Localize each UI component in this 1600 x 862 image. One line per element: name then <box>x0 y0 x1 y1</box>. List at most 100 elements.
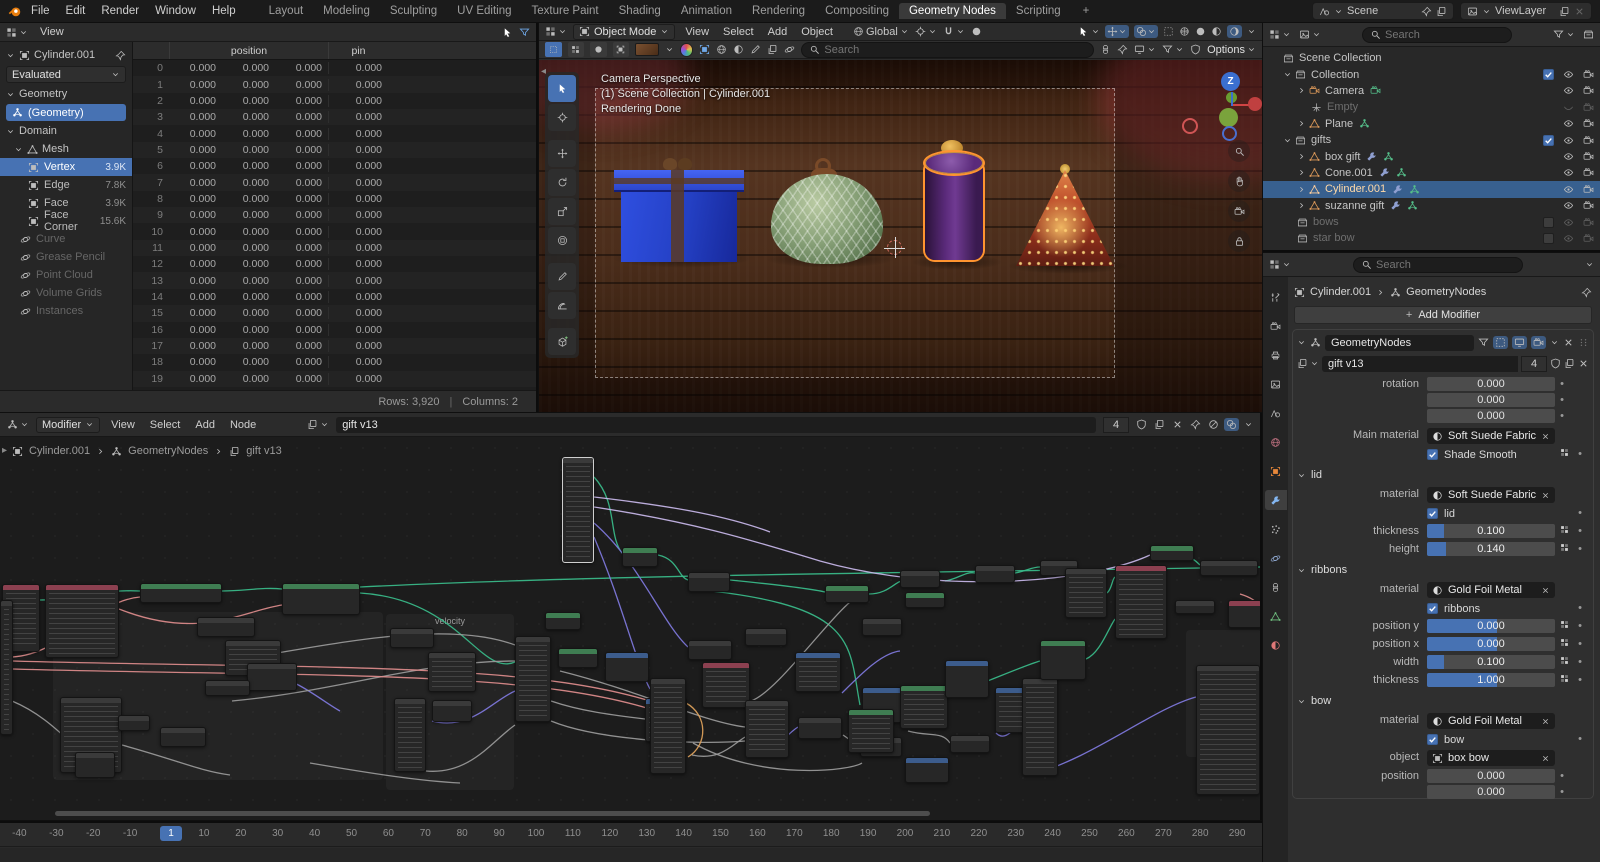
axis-z[interactable]: Z <box>1221 72 1240 91</box>
editor-type-button[interactable] <box>6 27 28 38</box>
node[interactable] <box>848 709 894 753</box>
gift-blue-box[interactable] <box>614 158 744 264</box>
section-bow[interactable]: bow <box>1297 691 1589 711</box>
outliner-item-gifts[interactable]: gifts <box>1263 132 1600 148</box>
outliner-search[interactable] <box>1362 26 1512 43</box>
clear-icon[interactable] <box>1541 432 1550 441</box>
node-group-users-count[interactable]: 4 <box>1521 355 1547 372</box>
node[interactable] <box>1115 565 1167 639</box>
pin-icon[interactable] <box>115 50 126 61</box>
node[interactable] <box>795 652 841 692</box>
transform-orientation-dropdown[interactable]: Global <box>853 26 909 38</box>
disable-render-icon[interactable] <box>1583 69 1594 80</box>
outliner-item-scene-collection[interactable]: Scene Collection <box>1263 50 1600 66</box>
viewport-view-menu[interactable]: View <box>681 26 713 38</box>
outliner-item-box-gift[interactable]: box gift <box>1263 148 1600 164</box>
column-header-pin[interactable]: pin <box>328 42 388 59</box>
node[interactable] <box>945 660 989 698</box>
node[interactable] <box>140 583 222 603</box>
node[interactable] <box>650 678 686 774</box>
tool-measure[interactable] <box>548 292 576 319</box>
material-selector[interactable]: Soft Suede Fabric <box>1427 487 1555 503</box>
display-mode-dropdown[interactable] <box>1299 29 1321 40</box>
hide-eye-icon[interactable] <box>1563 217 1574 228</box>
domain-point-cloud[interactable]: Point Cloud <box>0 266 132 284</box>
node[interactable] <box>394 698 426 772</box>
editor-type-button[interactable] <box>7 419 29 430</box>
domain-volume-grids[interactable]: Volume Grids <box>0 284 132 302</box>
axis-y-large[interactable] <box>1219 108 1238 127</box>
node[interactable] <box>622 547 658 567</box>
matcap-icon[interactable] <box>733 44 744 55</box>
nav-pan-button[interactable] <box>1228 170 1250 192</box>
expand-sidebar-arrow[interactable]: ▸ <box>2 445 7 456</box>
modifier-realtime-toggle[interactable] <box>1512 336 1527 349</box>
expand-icon[interactable] <box>1297 86 1306 95</box>
node[interactable] <box>1040 640 1086 680</box>
disable-render-icon[interactable] <box>1583 233 1594 244</box>
node[interactable] <box>247 663 297 691</box>
cursor-3d[interactable] <box>884 237 905 258</box>
node[interactable] <box>1150 545 1194 561</box>
chevron-down-icon[interactable] <box>1244 420 1253 429</box>
outliner-item-cone-001[interactable]: Cone.001 <box>1263 165 1600 181</box>
workspace-tab-rendering[interactable]: Rendering <box>742 3 815 19</box>
workspace-tab-geometry-nodes[interactable]: Geometry Nodes <box>898 3 1006 19</box>
copy-node-group-icon[interactable] <box>1154 419 1165 430</box>
overlays-toggle[interactable] <box>1224 418 1239 431</box>
pin-icon[interactable] <box>1190 419 1201 430</box>
nav-camera-view-button[interactable] <box>1228 200 1250 222</box>
properties-tab-material[interactable] <box>1265 635 1287 655</box>
column-header-position[interactable]: position <box>169 42 328 59</box>
checkbox[interactable] <box>1427 603 1438 614</box>
workspace-tab-modeling[interactable]: Modeling <box>313 3 380 19</box>
slider-field[interactable]: 0.000 <box>1427 619 1555 633</box>
node[interactable] <box>798 717 842 739</box>
section-ribbons[interactable]: ribbons <box>1297 560 1589 580</box>
properties-tab-modifiers[interactable] <box>1264 490 1287 510</box>
shading-material-icon[interactable] <box>1211 26 1222 37</box>
node[interactable] <box>0 600 13 735</box>
properties-tab-particles[interactable] <box>1265 519 1287 539</box>
node-group-users-count[interactable]: 4 <box>1103 416 1129 433</box>
node[interactable] <box>545 612 581 630</box>
properties-tab-scene[interactable] <box>1265 403 1287 423</box>
shading-wireframe-icon[interactable] <box>1179 26 1190 37</box>
outliner-item-plane[interactable]: Plane <box>1263 116 1600 132</box>
node[interactable] <box>745 628 787 646</box>
viewlayer-selector[interactable]: ViewLayer <box>1460 2 1592 20</box>
expand-icon[interactable] <box>1297 119 1306 128</box>
tool-rotate[interactable] <box>548 169 576 196</box>
node-add-menu[interactable]: Add <box>191 419 219 431</box>
display-dropdown[interactable] <box>1134 44 1156 55</box>
hide-eye-icon[interactable] <box>1563 151 1574 162</box>
select-mode-lasso[interactable] <box>612 42 630 57</box>
material-selector[interactable]: Soft Suede Fabric <box>1427 428 1555 444</box>
modifier-vertex-group-icon[interactable] <box>1478 337 1489 348</box>
domain-instances[interactable]: Instances <box>0 302 132 320</box>
node[interactable] <box>515 636 551 722</box>
proportional-editing-icon[interactable] <box>971 26 982 37</box>
workspace-tab-layout[interactable]: Layout <box>259 3 314 19</box>
properties-tab-constraints[interactable] <box>1265 577 1287 597</box>
node[interactable] <box>205 680 250 696</box>
expand-icon[interactable] <box>1297 185 1306 194</box>
new-scene-icon[interactable] <box>1436 6 1447 17</box>
node[interactable] <box>1022 678 1058 776</box>
pin-icon[interactable] <box>1581 287 1592 298</box>
properties-tab-world[interactable] <box>1265 432 1287 452</box>
properties-tab-data[interactable] <box>1265 606 1287 626</box>
node[interactable] <box>118 715 150 731</box>
node[interactable] <box>160 727 206 747</box>
node-view-menu[interactable]: View <box>107 419 139 431</box>
domain-edge[interactable]: Edge 7.8K <box>0 176 132 194</box>
node-select-menu[interactable]: Select <box>146 419 185 431</box>
node-group-name-field[interactable]: gift v13 <box>1322 355 1518 372</box>
snapping-disabled-icon[interactable] <box>1208 419 1219 430</box>
node[interactable] <box>900 685 948 729</box>
outliner-item-cylinder-001[interactable]: Cylinder.001 <box>1263 181 1600 198</box>
breadcrumb-modifier[interactable]: GeometryNodes <box>128 445 208 457</box>
node[interactable] <box>688 572 730 592</box>
overlays-toggle[interactable] <box>1134 25 1158 38</box>
chevron-down-icon[interactable] <box>1297 338 1306 347</box>
